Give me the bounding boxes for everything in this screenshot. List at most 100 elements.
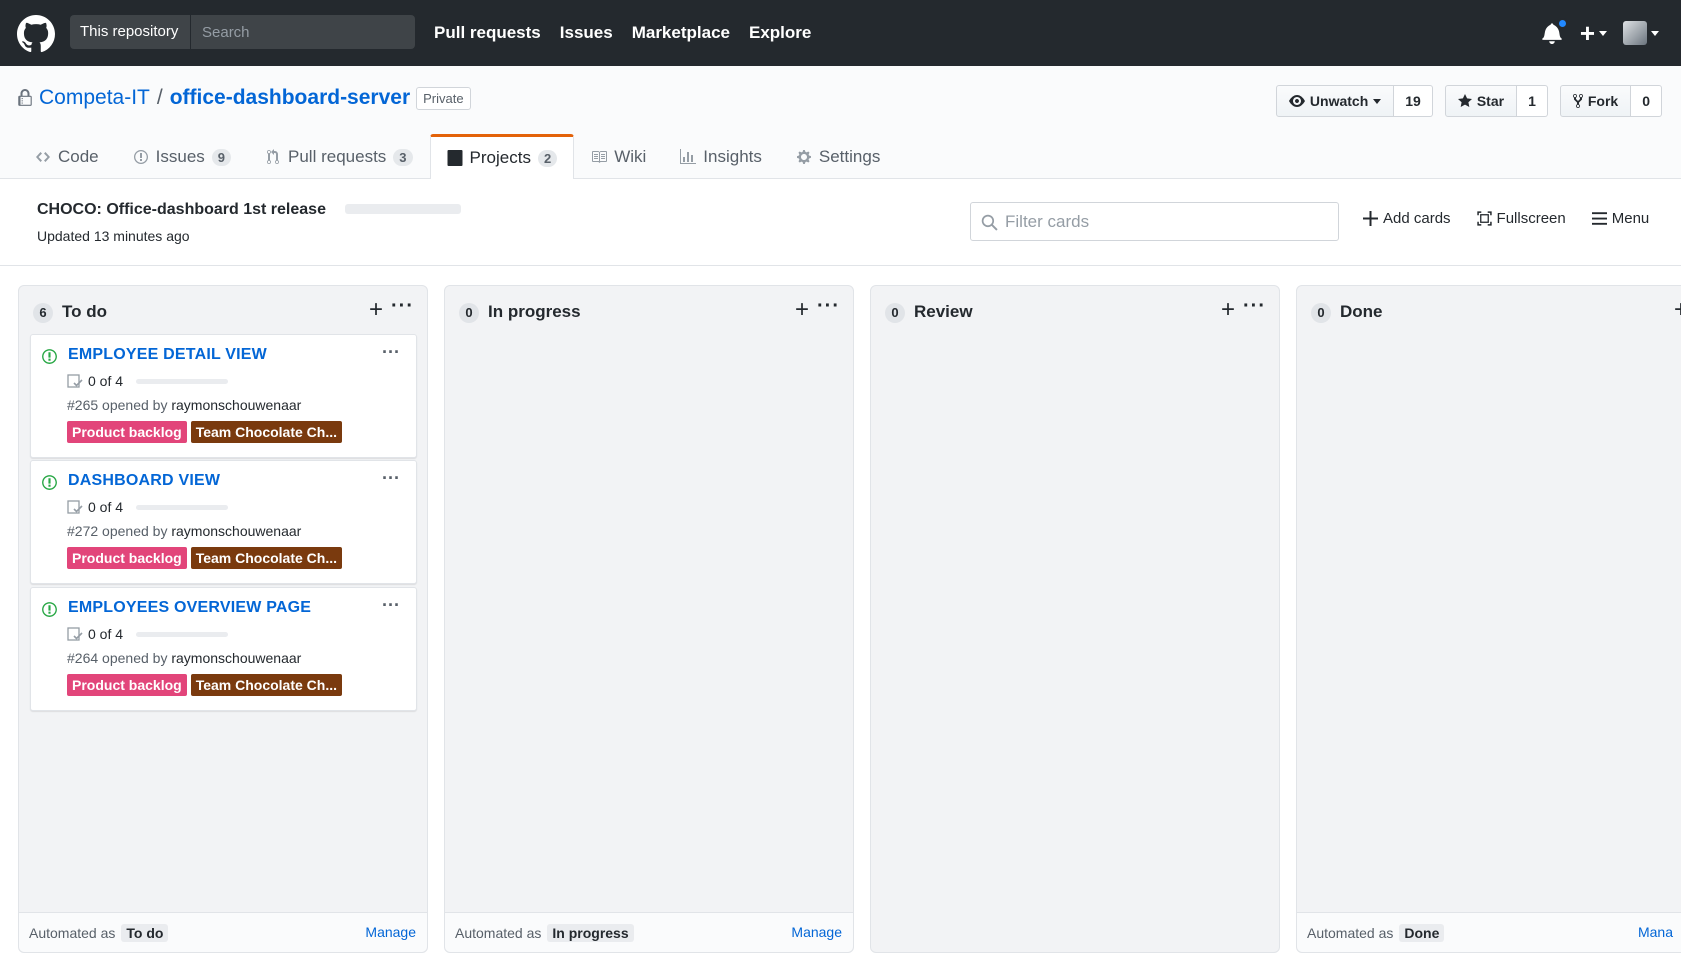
add-cards-label: Add cards xyxy=(1383,210,1451,227)
card-title[interactable]: EMPLOYEES OVERVIEW PAGE xyxy=(68,599,311,617)
create-new-menu[interactable]: + xyxy=(1580,18,1607,49)
automated-prefix: Automated as xyxy=(455,925,542,941)
unread-indicator xyxy=(1556,18,1568,29)
card-labels: Product backlog Team Chocolate Ch... xyxy=(67,547,343,569)
watch-count[interactable]: 19 xyxy=(1394,85,1433,117)
fork-label: Fork xyxy=(1587,93,1619,109)
manage-automation-link[interactable]: Manage xyxy=(791,924,842,940)
fork-count[interactable]: 0 xyxy=(1631,85,1662,117)
repo-nav: Code Issues 9 Pull requests 3 Projects 2… xyxy=(18,134,897,179)
opened-by-text: opened by xyxy=(102,523,168,539)
tab-pull-requests[interactable]: Pull requests 3 xyxy=(248,134,430,179)
issue-card[interactable]: DASHBOARD VIEW ··· 0 of 4 #272 opened by… xyxy=(30,460,417,584)
task-count: 0 of 4 xyxy=(88,626,124,642)
column-menu-button[interactable]: ··· xyxy=(817,295,840,318)
label-product-backlog[interactable]: Product backlog xyxy=(67,547,187,569)
label-team-chocolate[interactable]: Team Chocolate Ch... xyxy=(190,547,343,569)
tab-label: Pull requests xyxy=(288,147,387,166)
repo-owner-link[interactable]: Competa-IT xyxy=(39,86,150,110)
tab-label: Code xyxy=(58,147,99,166)
nav-explore[interactable]: Explore xyxy=(749,23,811,43)
manage-automation-link[interactable]: Manage xyxy=(365,924,416,940)
gear-icon xyxy=(796,150,811,164)
card-title[interactable]: EMPLOYEE DETAIL VIEW xyxy=(68,346,267,364)
menu-button[interactable]: Menu xyxy=(1591,210,1650,227)
github-logo-icon[interactable] xyxy=(17,15,55,53)
tab-code[interactable]: Code xyxy=(18,134,116,179)
search-input[interactable] xyxy=(192,15,412,49)
star-label: Star xyxy=(1476,93,1505,109)
card-menu-button[interactable]: ··· xyxy=(382,342,400,363)
nav-issues[interactable]: Issues xyxy=(560,23,613,43)
issue-opened-icon xyxy=(42,602,57,617)
task-progress-bar xyxy=(136,504,229,510)
column-header: 0 Done + xyxy=(1297,286,1681,336)
add-cards-button[interactable]: Add cards xyxy=(1363,210,1451,227)
fork-button[interactable]: Fork xyxy=(1559,85,1632,117)
add-card-button[interactable]: + xyxy=(1674,298,1681,322)
task-progress-bar xyxy=(136,631,229,637)
tab-label: Wiki xyxy=(614,147,647,166)
label-product-backlog[interactable]: Product backlog xyxy=(67,674,187,696)
notifications-button[interactable] xyxy=(1542,18,1568,44)
manage-automation-link[interactable]: Mana xyxy=(1638,924,1673,940)
issue-card[interactable]: EMPLOYEE DETAIL VIEW ··· 0 of 4 #265 ope… xyxy=(30,334,417,458)
fork-group: Fork 0 xyxy=(1559,85,1662,117)
column-header: 0 In progress + ··· xyxy=(445,286,853,336)
card-labels: Product backlog Team Chocolate Ch... xyxy=(67,421,343,443)
add-card-button[interactable]: + xyxy=(1221,298,1235,322)
issue-icon xyxy=(133,150,148,164)
nav-marketplace[interactable]: Marketplace xyxy=(632,23,730,43)
author-link[interactable]: raymonschouwenaar xyxy=(171,397,301,413)
star-count[interactable]: 1 xyxy=(1517,85,1548,117)
tab-settings[interactable]: Settings xyxy=(779,134,897,179)
tab-projects[interactable]: Projects 2 xyxy=(429,134,575,179)
label-product-backlog[interactable]: Product backlog xyxy=(67,421,187,443)
filter-cards-input[interactable] xyxy=(1005,203,1325,240)
tab-label: Projects xyxy=(469,148,531,167)
label-team-chocolate[interactable]: Team Chocolate Ch... xyxy=(190,421,343,443)
column-menu-button[interactable]: ··· xyxy=(391,295,414,318)
filter-cards-field xyxy=(970,202,1339,241)
user-menu[interactable] xyxy=(1623,21,1659,45)
fullscreen-button[interactable]: Fullscreen xyxy=(1476,210,1566,227)
star-button[interactable]: Star xyxy=(1444,85,1518,117)
automation-preset: To do xyxy=(121,924,169,942)
tab-counter: 9 xyxy=(211,148,232,166)
repo-title: Competa-IT / office-dashboard-server Pri… xyxy=(17,86,471,110)
header-actions: + xyxy=(1542,0,1659,66)
opened-by-text: opened by xyxy=(102,650,168,666)
card-menu-button[interactable]: ··· xyxy=(382,468,400,489)
label-team-chocolate[interactable]: Team Chocolate Ch... xyxy=(190,674,343,696)
watch-button[interactable]: Unwatch xyxy=(1275,85,1395,117)
nav-pull-requests[interactable]: Pull requests xyxy=(434,23,541,43)
menu-label: Menu xyxy=(1611,210,1650,227)
column-menu-button[interactable]: ··· xyxy=(1243,295,1266,318)
tab-label: Issues xyxy=(155,147,205,166)
column-card-count: 6 xyxy=(33,303,53,323)
card-title[interactable]: DASHBOARD VIEW xyxy=(68,472,220,490)
card-menu-button[interactable]: ··· xyxy=(382,595,400,616)
tab-insights[interactable]: Insights xyxy=(663,134,779,179)
global-header: This repository Pull requests Issues Mar… xyxy=(0,0,1681,66)
project-title: CHOCO: Office-dashboard 1st release xyxy=(37,201,326,218)
task-progress-bar xyxy=(136,378,229,384)
card-meta: #272 opened by raymonschouwenaar xyxy=(67,523,301,539)
task-progress: 0 of 4 xyxy=(67,626,229,642)
issue-card[interactable]: EMPLOYEES OVERVIEW PAGE ··· 0 of 4 #264 … xyxy=(30,587,417,711)
column-in-progress: 0 In progress + ··· Automated as In prog… xyxy=(444,285,854,953)
add-card-button[interactable]: + xyxy=(795,298,809,322)
add-card-button[interactable]: + xyxy=(369,298,383,322)
private-badge: Private xyxy=(416,86,471,110)
tab-wiki[interactable]: Wiki xyxy=(574,134,663,179)
author-link[interactable]: raymonschouwenaar xyxy=(171,523,301,539)
column-to-do: 6 To do + ··· EMPLOYEE DETAIL VIEW ··· 0… xyxy=(18,285,428,953)
tab-issues[interactable]: Issues 9 xyxy=(116,134,248,179)
project-progress-bar xyxy=(345,204,461,214)
author-link[interactable]: raymonschouwenaar xyxy=(171,650,301,666)
repo-name-link[interactable]: office-dashboard-server xyxy=(170,86,410,110)
project-header: CHOCO: Office-dashboard 1st release Upda… xyxy=(0,179,1681,266)
code-icon xyxy=(36,152,50,162)
column-review: 0 Review + ··· xyxy=(870,285,1280,953)
column-name: Done xyxy=(1340,302,1383,321)
